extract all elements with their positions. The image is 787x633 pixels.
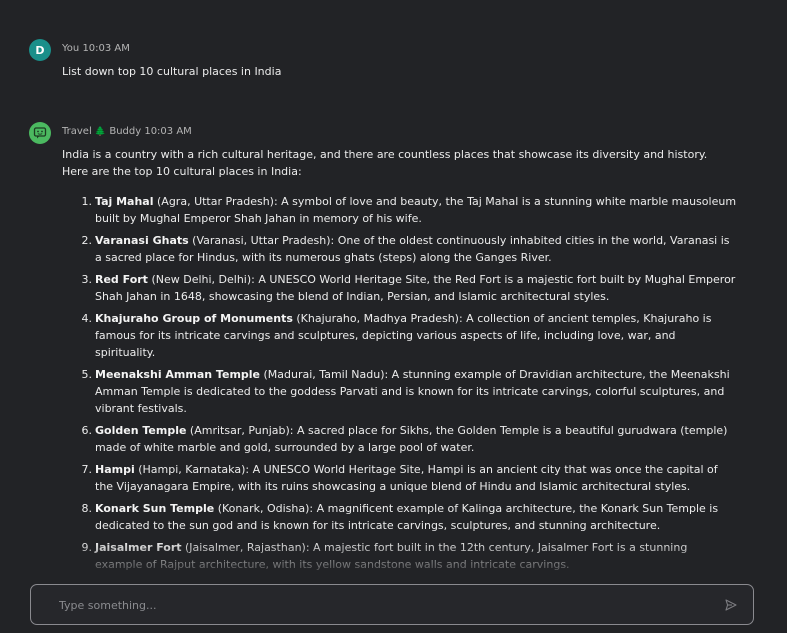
list-item-number: 4. [81,312,93,325]
message-composer[interactable] [30,584,754,625]
list-item-number: 7. [81,463,93,476]
list-item: 5. Meenakshi Amman Temple (Madurai, Tamil… [72,366,737,417]
message-input[interactable] [59,596,699,614]
place-name: Khajuraho Group of Monuments [95,312,293,325]
message-text: List down top 10 cultural places in Indi… [62,65,282,78]
bot-avatar [29,122,51,144]
place-description: (Jaisalmer, Rajasthan): A majestic fort … [95,541,688,571]
list-item-number: 9. [81,541,93,554]
list-item-number: 1. [81,195,93,208]
list-item-number: 2. [81,234,93,247]
list-item-number: 5. [81,368,93,381]
assistant-message: Travel 🌲 Buddy 10:03 AM India is a count… [29,122,763,593]
send-button[interactable] [723,597,739,613]
list-item: 9. Jaisalmer Fort (Jaisalmer, Rajasthan):… [72,539,737,573]
chat-bot-icon [33,127,47,139]
chat-transcript: D You 10:03 AM List down top 10 cultural… [0,0,787,633]
place-description: (Amritsar, Punjab): A sacred place for S… [95,424,728,454]
place-description: (Agra, Uttar Pradesh): A symbol of love … [95,195,737,225]
place-name: Red Fort [95,273,148,286]
user-avatar: D [29,39,51,61]
place-name: Jaisalmer Fort [95,541,182,554]
tree-icon: 🌲 [94,127,107,137]
list-item: 1. Taj Mahal (Agra, Uttar Pradesh): A sym… [72,193,737,227]
message-meta: You 10:03 AM [62,43,130,54]
place-name: Golden Temple [95,424,187,437]
place-name: Hampi [95,463,135,476]
list-item: 3. Red Fort (New Delhi, Delhi): A UNESCO … [72,271,737,305]
list-item: 7. Hampi (Hampi, Karnataka): A UNESCO Wor… [72,461,737,495]
list-item: 2. Varanasi Ghats (Varanasi, Uttar Prades… [72,232,737,266]
message-intro: India is a country with a rich cultural … [62,148,708,178]
message-meta: Travel 🌲 Buddy 10:03 AM [62,126,192,137]
list-item-number: 8. [81,502,93,515]
place-description: (Varanasi, Uttar Pradesh): One of the ol… [95,234,730,264]
place-name: Konark Sun Temple [95,502,215,515]
author-name-suffix: Buddy [109,126,142,137]
list-item-number: 6. [81,424,93,437]
list-item: 8. Konark Sun Temple (Konark, Odisha): A … [72,500,737,534]
place-name: Varanasi Ghats [95,234,189,247]
author-name: You [62,43,80,54]
list-item: 6. Golden Temple (Amritsar, Punjab): A sa… [72,422,737,456]
place-name: Meenakshi Amman Temple [95,368,261,381]
list-item: 4. Khajuraho Group of Monuments (Khajurah… [72,310,737,361]
send-icon [725,599,737,611]
avatar-letter: D [35,43,45,57]
author-name-prefix: Travel [62,126,92,137]
message-body: India is a country with a rich cultural … [62,146,763,600]
user-message: D You 10:03 AM List down top 10 cultural… [29,39,763,89]
place-name: Taj Mahal [95,195,154,208]
message-time: 10:03 AM [144,126,192,137]
place-description: (New Delhi, Delhi): A UNESCO World Herit… [95,273,736,303]
place-description: (Hampi, Karnataka): A UNESCO World Herit… [95,463,718,493]
places-list: 1. Taj Mahal (Agra, Uttar Pradesh): A sym… [72,193,763,595]
list-item-number: 3. [81,273,93,286]
message-time: 10:03 AM [82,43,130,54]
